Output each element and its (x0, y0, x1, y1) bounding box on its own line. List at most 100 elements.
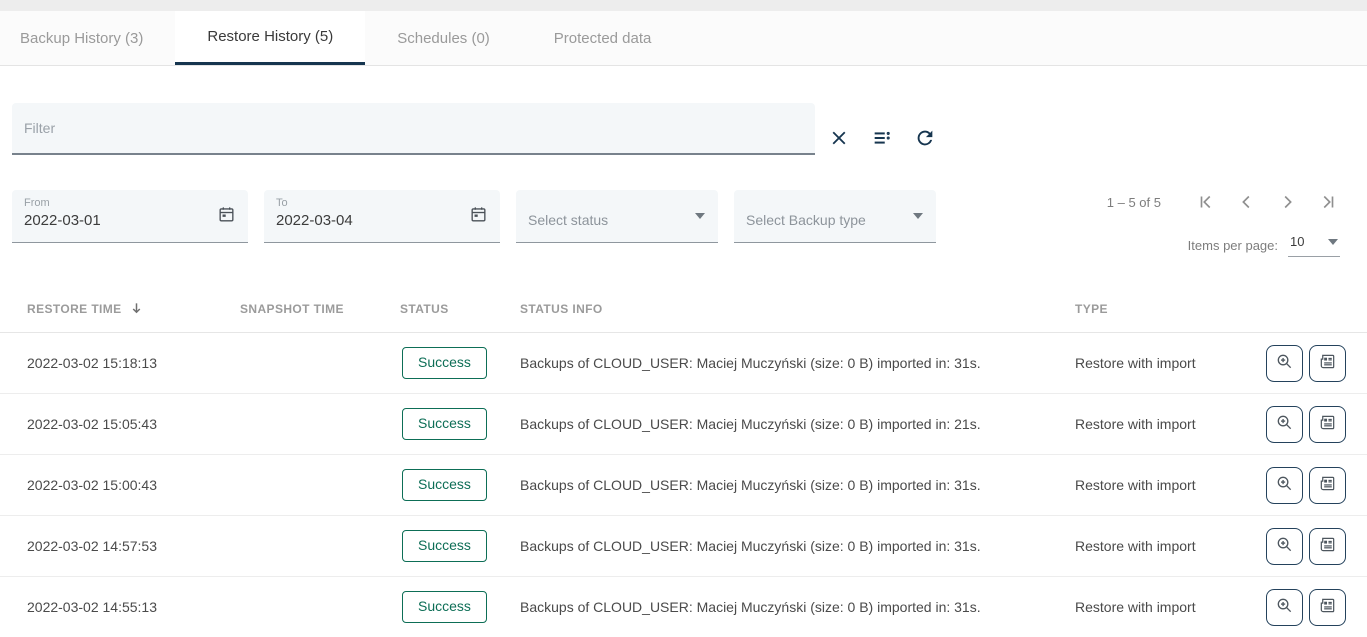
calendar-icon[interactable] (469, 205, 488, 229)
pagination-range: 1 – 5 of 5 (1107, 195, 1161, 210)
to-label: To (276, 197, 488, 209)
table-header-row: RESTORE TIME SNAPSHOT TIME STATUS STATUS… (0, 285, 1367, 333)
tab-restore-history[interactable]: Restore History (5) (175, 11, 365, 65)
zoom-in-icon (1275, 535, 1294, 557)
cell-status: Success (400, 530, 520, 561)
cell-status-info: Backups of CLOUD_USER: Maciej Muczyński … (520, 416, 1075, 432)
filter-row (0, 66, 1367, 155)
table-row: 2022-03-02 15:18:13 Success Backups of C… (0, 333, 1367, 394)
first-page-button[interactable] (1187, 190, 1227, 214)
table-row: 2022-03-02 14:57:53 Success Backups of C… (0, 516, 1367, 577)
status-badge: Success (402, 408, 487, 439)
to-date-field[interactable]: To 2022-03-04 (264, 190, 500, 243)
log-report-button[interactable] (1309, 345, 1346, 382)
cell-restore-time: 2022-03-02 15:18:13 (0, 355, 240, 371)
cell-type: Restore with import (1075, 416, 1247, 432)
inspect-button[interactable] (1266, 528, 1303, 565)
zoom-in-icon (1275, 474, 1294, 496)
inspect-button[interactable] (1266, 467, 1303, 504)
inspect-button[interactable] (1266, 589, 1303, 626)
log-report-button[interactable] (1309, 528, 1346, 565)
log-report-button[interactable] (1309, 589, 1346, 626)
cell-actions (1247, 528, 1367, 565)
items-per-page-label: Items per page: (1188, 238, 1278, 253)
previous-page-button[interactable] (1227, 190, 1267, 214)
backup-type-select-placeholder: Select Backup type (746, 212, 866, 228)
log-report-button[interactable] (1309, 406, 1346, 443)
cell-actions (1247, 467, 1367, 504)
backup-type-select[interactable]: Select Backup type (734, 190, 936, 243)
table-row: 2022-03-02 15:00:43 Success Backups of C… (0, 455, 1367, 516)
cell-restore-time: 2022-03-02 15:05:43 (0, 416, 240, 432)
newspaper-icon (1318, 535, 1337, 557)
items-per-page-value: 10 (1290, 234, 1304, 249)
status-badge: Success (402, 530, 487, 561)
inspect-button[interactable] (1266, 345, 1303, 382)
cell-status: Success (400, 347, 520, 378)
chevron-down-icon (1328, 239, 1338, 245)
cell-status: Success (400, 469, 520, 500)
cell-type: Restore with import (1075, 477, 1247, 493)
header-restore-time[interactable]: RESTORE TIME (0, 301, 240, 316)
from-label: From (24, 197, 236, 209)
last-page-button[interactable] (1307, 190, 1347, 214)
header-snapshot-time[interactable]: SNAPSHOT TIME (240, 302, 400, 316)
inspect-button[interactable] (1266, 406, 1303, 443)
items-per-page-select[interactable]: 10 (1288, 234, 1340, 257)
chevron-down-icon (695, 213, 705, 219)
pagination: 1 – 5 of 5 (1107, 190, 1347, 214)
clear-filter-button[interactable] (826, 126, 852, 152)
status-select-placeholder: Select status (528, 212, 608, 228)
status-badge: Success (402, 591, 487, 622)
items-per-page: Items per page: 10 (1188, 234, 1340, 257)
cell-status-info: Backups of CLOUD_USER: Maciej Muczyński … (520, 538, 1075, 554)
header-status[interactable]: STATUS (400, 302, 520, 316)
refresh-button[interactable] (912, 126, 938, 152)
cell-status: Success (400, 408, 520, 439)
zoom-in-icon (1275, 352, 1294, 374)
header-restore-time-label: RESTORE TIME (27, 302, 122, 316)
tab-bar: Backup History (3) Restore History (5) S… (0, 11, 1367, 66)
newspaper-icon (1318, 413, 1337, 435)
cell-status-info: Backups of CLOUD_USER: Maciej Muczyński … (520, 599, 1075, 615)
zoom-in-icon (1275, 413, 1294, 435)
cell-type: Restore with import (1075, 355, 1247, 371)
newspaper-icon (1318, 352, 1337, 374)
filter-input[interactable] (24, 120, 803, 136)
status-badge: Success (402, 347, 487, 378)
filter-field[interactable] (12, 103, 815, 155)
cell-status-info: Backups of CLOUD_USER: Maciej Muczyński … (520, 355, 1075, 371)
log-report-button[interactable] (1309, 467, 1346, 504)
header-status-info[interactable]: STATUS INFO (520, 302, 1075, 316)
filter-menu-icon (871, 127, 893, 152)
tab-schedules[interactable]: Schedules (0) (365, 11, 522, 65)
table-row: 2022-03-02 14:55:13 Success Backups of C… (0, 577, 1367, 637)
filters-section: From 2022-03-01 To 2022-03-04 (0, 66, 1367, 285)
to-value: 2022-03-04 (276, 212, 488, 229)
cell-type: Restore with import (1075, 599, 1247, 615)
cell-restore-time: 2022-03-02 14:55:13 (0, 599, 240, 615)
next-page-button[interactable] (1267, 190, 1307, 214)
cell-status-info: Backups of CLOUD_USER: Maciej Muczyński … (520, 477, 1075, 493)
zoom-in-icon (1275, 596, 1294, 618)
status-badge: Success (402, 469, 487, 500)
filter-actions (826, 126, 938, 152)
filter-menu-button[interactable] (869, 126, 895, 152)
newspaper-icon (1318, 474, 1337, 496)
sort-descending-icon (129, 301, 144, 316)
chevron-down-icon (913, 213, 923, 219)
cell-restore-time: 2022-03-02 14:57:53 (0, 538, 240, 554)
cell-restore-time: 2022-03-02 15:00:43 (0, 477, 240, 493)
newspaper-icon (1318, 596, 1337, 618)
calendar-icon[interactable] (217, 205, 236, 229)
tab-backup-history[interactable]: Backup History (3) (0, 11, 175, 65)
top-strip (0, 0, 1367, 11)
tab-protected-data[interactable]: Protected data (522, 11, 684, 65)
from-date-field[interactable]: From 2022-03-01 (12, 190, 248, 243)
cell-status: Success (400, 591, 520, 622)
header-type[interactable]: TYPE (1075, 302, 1247, 316)
cell-type: Restore with import (1075, 538, 1247, 554)
cell-actions (1247, 589, 1367, 626)
from-value: 2022-03-01 (24, 212, 236, 229)
status-select[interactable]: Select status (516, 190, 718, 243)
